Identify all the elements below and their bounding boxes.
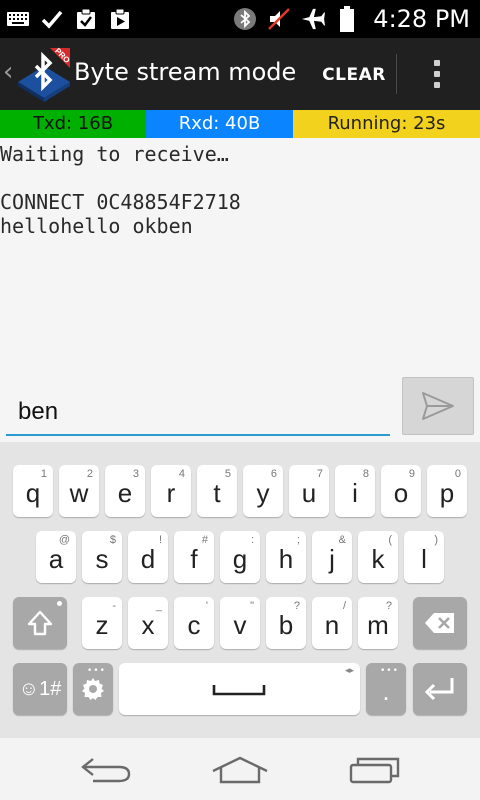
recent-apps-icon: [349, 757, 400, 784]
enter-icon: [424, 678, 454, 701]
key-r[interactable]: 4r: [151, 465, 191, 517]
input-row: ben: [0, 370, 480, 442]
key-u[interactable]: 7u: [289, 465, 329, 517]
key-f[interactable]: # f: [174, 531, 214, 583]
back-caret-icon[interactable]: ‹: [3, 58, 15, 86]
key-a[interactable]: @ a: [36, 531, 76, 583]
traffic-counters: Txd: 16B Rxd: 40B Running: 23s: [0, 110, 480, 138]
terminal-line: hellohello okben: [0, 214, 193, 238]
muted-icon: [267, 7, 291, 31]
key-g[interactable]: :g: [220, 531, 260, 583]
terminal-output[interactable]: Waiting to receive… CONNECT 0C48854F2718…: [0, 138, 480, 370]
key-c[interactable]: ' c: [174, 597, 214, 649]
shift-icon: [27, 610, 53, 636]
key-t[interactable]: 5t: [197, 465, 237, 517]
recent-apps-button[interactable]: [340, 748, 410, 792]
home-icon: [212, 756, 268, 784]
running-time-counter: Running: 23s: [293, 110, 480, 138]
send-icon: [422, 392, 454, 420]
message-input[interactable]: ben: [6, 384, 390, 436]
key-b[interactable]: ? b: [266, 597, 306, 649]
terminal-line: CONNECT 0C48854F2718: [0, 190, 241, 214]
more-dots: •••: [380, 666, 399, 676]
key-k[interactable]: (k: [358, 531, 398, 583]
action-bar: ‹ PRO Byte stream mode CLEAR: [0, 38, 480, 110]
key-e[interactable]: 3e: [105, 465, 145, 517]
message-input-value: ben: [18, 398, 59, 425]
key-o[interactable]: 9o: [381, 465, 421, 517]
send-button[interactable]: [402, 377, 474, 435]
shift-key[interactable]: [13, 597, 67, 649]
key-w[interactable]: 2w: [59, 465, 99, 517]
clipboard-play-icon: [108, 7, 132, 31]
home-button[interactable]: [205, 748, 275, 792]
backspace-key[interactable]: [413, 597, 467, 649]
soft-keyboard: 1q 2w 3e 4r 5t 6y 7u 8i 9o 0p @ a $ s ! d #…: [0, 442, 480, 738]
overflow-menu-icon[interactable]: [420, 52, 454, 96]
rxd-counter: Rxd: 40B: [146, 110, 293, 138]
settings-key[interactable]: •••: [73, 663, 113, 715]
key-i[interactable]: 8i: [335, 465, 375, 517]
enter-key[interactable]: [413, 663, 467, 715]
symbols-mode-key[interactable]: ☺1#: [13, 663, 67, 715]
key-p[interactable]: 0p: [427, 465, 467, 517]
key-m[interactable]: ? m: [358, 597, 398, 649]
period-key[interactable]: ••• .: [366, 663, 406, 715]
key-v[interactable]: " v: [220, 597, 260, 649]
airplane-icon: [301, 7, 326, 31]
bluetooth-app-logo-icon[interactable]: PRO: [16, 44, 72, 104]
navigation-bar: [0, 738, 480, 800]
divider: [396, 54, 397, 94]
key-y[interactable]: 6y: [243, 465, 283, 517]
terminal-line: Waiting to receive…: [0, 142, 229, 166]
txd-counter: Txd: 16B: [0, 110, 146, 138]
key-l[interactable]: ) l: [404, 531, 444, 583]
bluetooth-icon: [233, 7, 257, 31]
settings-icon: [82, 678, 104, 700]
battery-icon: [335, 6, 359, 32]
page-title: Byte stream mode: [74, 58, 297, 86]
back-icon: [81, 758, 131, 783]
spacebar-key[interactable]: ◂▸: [119, 663, 360, 715]
clipboard-check-icon: [74, 7, 98, 31]
language-switch-hint: ◂▸: [344, 666, 354, 676]
key-q[interactable]: 1q: [13, 465, 53, 517]
keyboard-icon: [6, 7, 30, 31]
key-z[interactable]: -z: [82, 597, 122, 649]
status-bar: 4:28 PM: [0, 0, 480, 38]
key-x[interactable]: _ x: [128, 597, 168, 649]
notification-icons: [6, 4, 132, 34]
spacebar-icon: [212, 685, 266, 696]
more-dots: •••: [87, 666, 106, 676]
system-icons: 4:28 PM: [233, 4, 470, 34]
key-j[interactable]: & j: [312, 531, 352, 583]
key-h[interactable]: ; h: [266, 531, 306, 583]
shift-indicator: [57, 601, 62, 606]
key-d[interactable]: ! d: [128, 531, 168, 583]
key-s[interactable]: $ s: [82, 531, 122, 583]
backspace-icon: [425, 613, 454, 633]
clear-button[interactable]: CLEAR: [318, 60, 390, 90]
clock: 4:28 PM: [373, 5, 470, 33]
back-button[interactable]: [72, 748, 142, 792]
key-n[interactable]: / n: [312, 597, 352, 649]
check-icon: [40, 7, 64, 31]
